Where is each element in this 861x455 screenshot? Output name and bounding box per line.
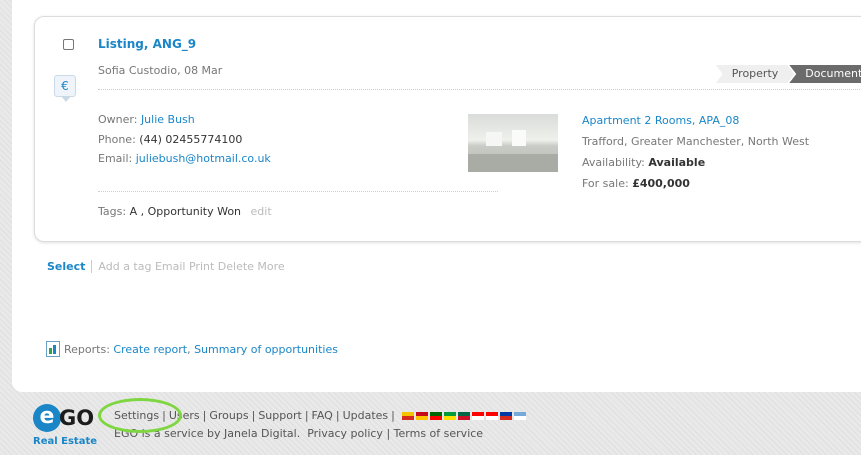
language-flag-icon[interactable]: [401, 412, 414, 420]
edit-tags-link[interactable]: edit: [251, 205, 272, 218]
property-thumbnail[interactable]: [468, 114, 558, 172]
sale-label: For sale:: [582, 177, 629, 190]
property-title-link[interactable]: Apartment 2 Rooms, APA_08: [582, 114, 739, 127]
language-flag-icon[interactable]: [457, 412, 470, 420]
language-flag-icon[interactable]: [513, 412, 526, 420]
ego-logo[interactable]: e GO Real Estate: [33, 404, 103, 452]
language-flag-icon[interactable]: [415, 412, 428, 420]
language-flag-icon[interactable]: [443, 412, 456, 420]
tags-label: Tags:: [98, 205, 127, 218]
settings-highlight-circle: [98, 398, 182, 433]
language-flag-icon[interactable]: [471, 412, 484, 420]
availability-label: Availability:: [582, 156, 645, 169]
terms-link[interactable]: Terms of service: [394, 427, 483, 440]
language-flag-icon[interactable]: [499, 412, 512, 420]
privacy-link[interactable]: Privacy policy: [307, 427, 383, 440]
separator: |: [251, 409, 256, 422]
updates-link[interactable]: Updates: [343, 409, 389, 422]
support-link[interactable]: Support: [258, 409, 301, 422]
stage-steps: Property Documents: [716, 65, 861, 83]
tags-value: A , Opportunity Won: [129, 205, 242, 218]
property-info: Apartment 2 Rooms, APA_08 Trafford, Grea…: [582, 110, 809, 194]
footer: e GO Real Estate Settings | Users | Groups | S…: [0, 392, 861, 455]
reports-comma: ,: [187, 342, 191, 356]
logo-subtitle: Real Estate: [33, 436, 98, 447]
step-property[interactable]: Property: [716, 65, 795, 83]
reports-label: Reports:: [64, 342, 110, 356]
language-flag-icon[interactable]: [429, 412, 442, 420]
select-link[interactable]: Select: [47, 260, 93, 273]
separator: |: [335, 409, 340, 422]
property-location: Trafford, Greater Manchester, North West: [582, 135, 810, 148]
divider: [98, 191, 498, 192]
listing-subtitle: Sofia Custodio, 08 Mar: [98, 64, 223, 77]
reports-row: Reports: Create report, Summary of oppor…: [46, 341, 338, 357]
step-documents[interactable]: Documents: [789, 65, 861, 83]
phone-label: Phone:: [98, 132, 136, 146]
bulk-actions: Add a tag Email Print Delete More: [98, 260, 285, 273]
owner-info: Owner: Julie Bush Phone: (44) 0245577410…: [98, 110, 271, 169]
currency-icon: €: [54, 75, 76, 102]
report-icon: [46, 341, 60, 357]
sale-price: £400,000: [632, 177, 690, 190]
listing-card: € Listing, ANG_9 Sofia Custodio, 08 Mar …: [34, 16, 861, 242]
language-flag-icon[interactable]: [485, 412, 498, 420]
separator: |: [304, 409, 309, 422]
separator: |: [391, 409, 395, 422]
summary-opportunities-link[interactable]: Summary of opportunities: [194, 343, 338, 356]
logo-go: GO: [59, 406, 95, 430]
owner-name-link[interactable]: Julie Bush: [141, 113, 195, 126]
listing-title[interactable]: Listing, ANG_9: [98, 37, 196, 51]
email-label: Email:: [98, 152, 133, 165]
separator: |: [202, 409, 207, 422]
divider: [98, 89, 861, 90]
listing-checkbox[interactable]: [63, 39, 74, 50]
main-panel: € Listing, ANG_9 Sofia Custodio, 08 Mar …: [12, 0, 861, 392]
email-link[interactable]: juliebush@hotmail.co.uk: [136, 152, 271, 165]
phone-value: (44) 02455774100: [139, 132, 243, 146]
language-flags: [401, 412, 526, 420]
owner-label: Owner:: [98, 113, 138, 126]
groups-link[interactable]: Groups: [209, 409, 248, 422]
create-report-link[interactable]: Create report: [113, 343, 187, 356]
separator: |: [386, 427, 391, 440]
tags-row: Tags: A , Opportunity Won edit: [98, 205, 272, 218]
faq-link[interactable]: FAQ: [312, 409, 333, 422]
actions-bar: Select Add a tag Email Print Delete More: [47, 260, 285, 273]
logo-e: e: [33, 404, 61, 432]
footer-legal: EGO is a service by Janela Digital. Priv…: [114, 427, 483, 440]
availability-value: Available: [648, 156, 706, 169]
